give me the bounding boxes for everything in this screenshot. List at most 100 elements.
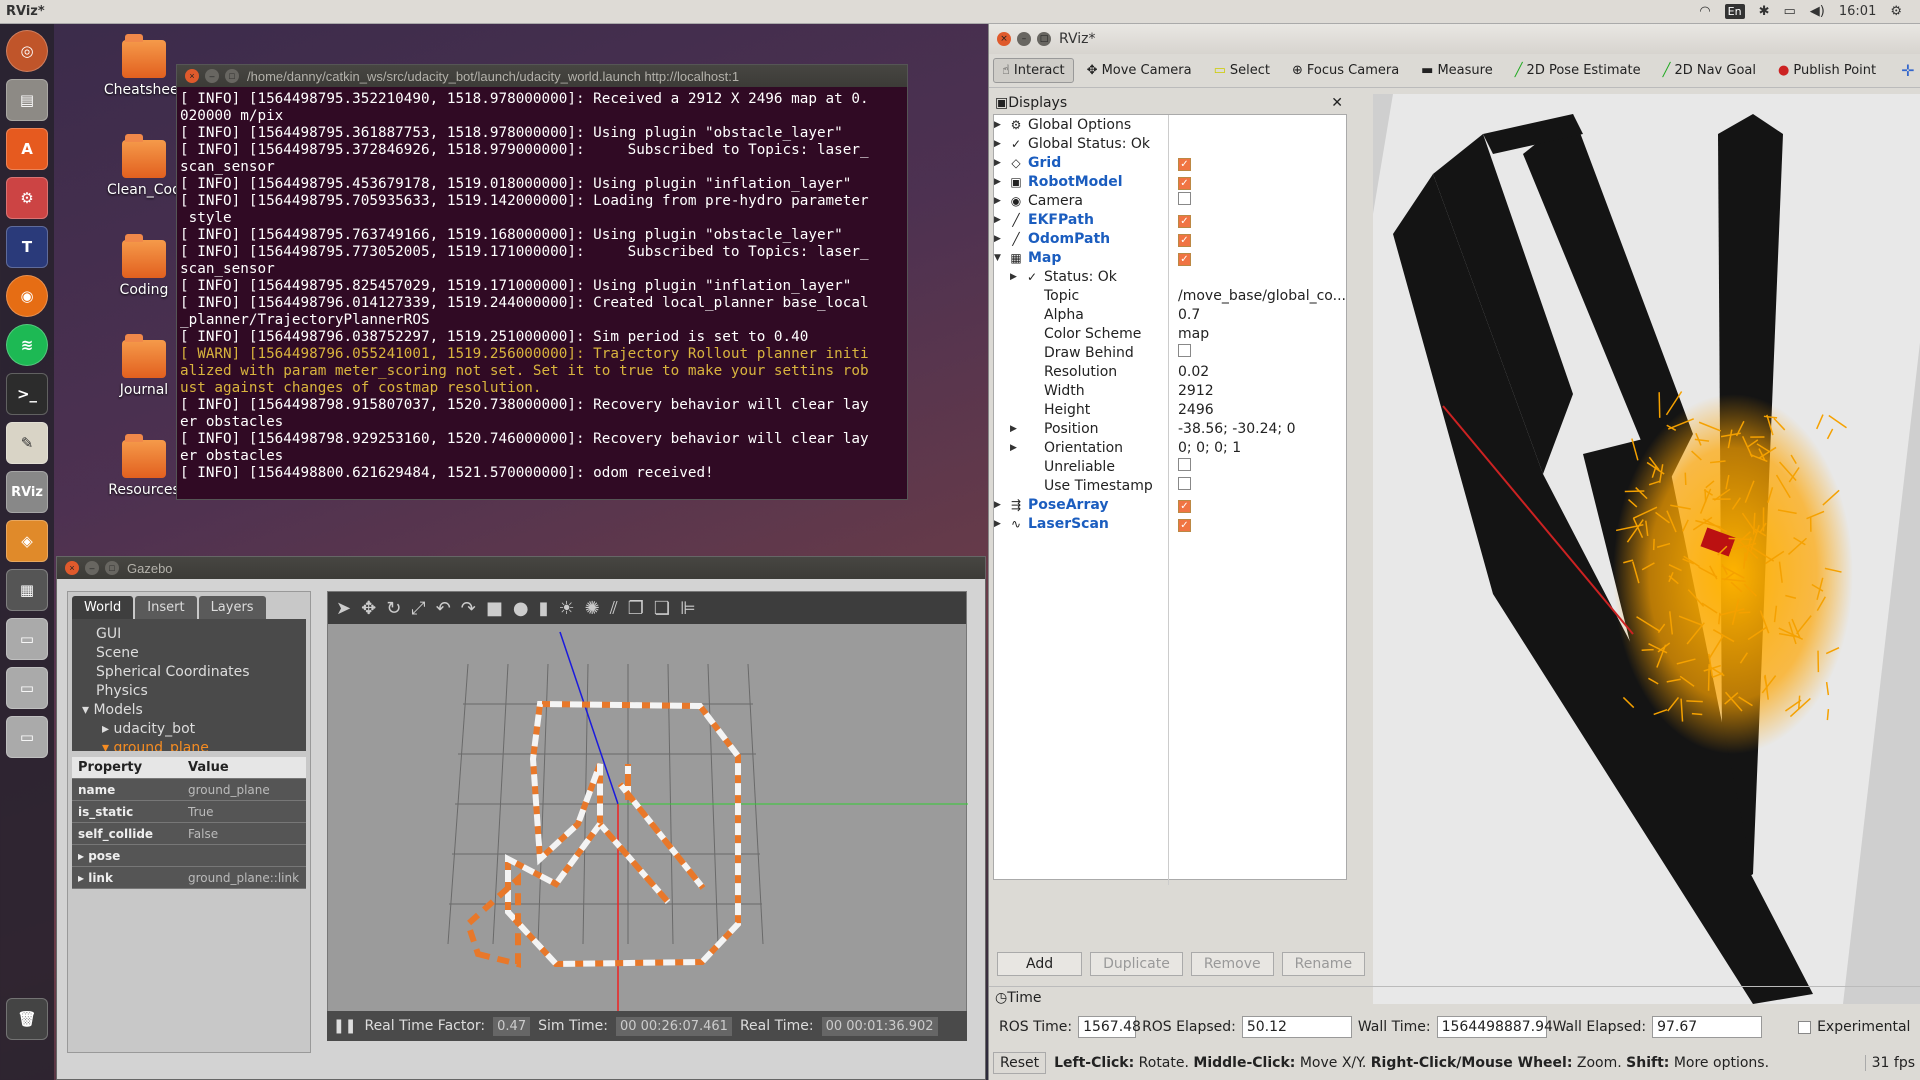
rotate-icon[interactable]: ↻: [386, 598, 401, 619]
spot-light-icon[interactable]: ✺: [585, 598, 600, 619]
focus-camera-tool[interactable]: ⊕ Focus Camera: [1283, 58, 1408, 83]
display-row[interactable]: ▶ ╱ EKFPath: [994, 210, 1346, 229]
wifi-icon[interactable]: ◠: [1699, 4, 1710, 19]
display-row[interactable]: ▶ ╱ OdomPath: [994, 229, 1346, 248]
display-row[interactable]: ▶ ▣ RobotModel: [994, 172, 1346, 191]
display-row[interactable]: ▶ ∿ LaserScan: [994, 514, 1346, 533]
directional-light-icon[interactable]: ⫽: [610, 598, 618, 619]
add-tool-icon[interactable]: ✛: [1901, 61, 1914, 80]
property-row[interactable]: name ground_plane: [72, 779, 306, 801]
tree-item[interactable]: ▾ Models: [82, 701, 306, 720]
tree-item[interactable]: ▸ udacity_bot: [102, 720, 306, 739]
expand-icon[interactable]: ▶: [994, 215, 1008, 225]
world-tree[interactable]: GUI Scene Spherical Coordinates Physics ▾ Mo…: [72, 619, 306, 751]
bluetooth-icon[interactable]: ✱: [1759, 4, 1770, 19]
pause-icon[interactable]: ❚❚: [333, 1018, 356, 1034]
dash-icon[interactable]: ◎: [6, 30, 48, 72]
terminal-titlebar[interactable]: × – □ /home/danny/catkin_ws/src/udacity_bo…: [177, 65, 907, 87]
text-editor-icon[interactable]: ✎: [6, 422, 48, 464]
drive-icon-1[interactable]: ▭: [6, 618, 48, 660]
enable-checkbox[interactable]: [1178, 176, 1191, 190]
maximize-icon[interactable]: □: [1037, 32, 1051, 46]
power-gear-icon[interactable]: ⚙: [1890, 4, 1902, 19]
close-panel-icon[interactable]: ✕: [1331, 95, 1343, 111]
remove-button[interactable]: Remove: [1190, 952, 1274, 976]
spotify-icon[interactable]: ≋: [6, 324, 48, 366]
display-row[interactable]: Use Timestamp: [994, 476, 1346, 495]
display-row[interactable]: ▶ ⇶ PoseArray: [994, 495, 1346, 514]
display-value[interactable]: 2496: [1174, 402, 1214, 418]
property-row[interactable]: ▸ pose: [72, 845, 306, 867]
display-row[interactable]: ▶ ◉ Camera: [994, 191, 1346, 210]
paste-icon[interactable]: ❏: [654, 598, 670, 619]
close-icon[interactable]: ×: [65, 561, 79, 575]
rviz-window[interactable]: × – □ RViz* ☝ Interact ✥ Move Camera ▭ Select…: [988, 24, 1920, 1080]
property-row[interactable]: self_collide False: [72, 823, 306, 845]
terminal-window[interactable]: × – □ /home/danny/catkin_ws/src/udacity_bo…: [176, 64, 908, 500]
copy-icon[interactable]: ❐: [628, 598, 644, 619]
tree-item[interactable]: Physics: [96, 682, 306, 701]
expand-icon[interactable]: ▶: [994, 177, 1008, 187]
tree-item[interactable]: Scene: [96, 644, 306, 663]
redo-icon[interactable]: ↷: [461, 598, 476, 619]
expand-icon[interactable]: ▼: [994, 253, 1008, 263]
display-row[interactable]: ▶ ✓ Global Status: Ok: [994, 134, 1346, 153]
minimize-icon[interactable]: –: [205, 69, 219, 83]
display-value[interactable]: [1174, 344, 1191, 361]
display-tree[interactable]: ▶ ⚙ Global Options ▶ ✓ Global Status: Ok ▶ ◇ Gri…: [993, 114, 1347, 885]
property-row[interactable]: is_static True: [72, 801, 306, 823]
rviz-icon[interactable]: RViz: [6, 471, 48, 513]
files-icon[interactable]: ▤: [6, 79, 48, 121]
expand-icon[interactable]: ▶: [994, 120, 1008, 130]
enable-checkbox[interactable]: [1178, 477, 1191, 490]
display-value[interactable]: [1174, 174, 1191, 190]
expand-icon[interactable]: ▶: [994, 196, 1008, 206]
rviz-scene[interactable]: [1373, 94, 1920, 1004]
display-row[interactable]: Width 2912: [994, 381, 1346, 400]
display-value[interactable]: [1174, 155, 1191, 171]
move-camera-tool[interactable]: ✥ Move Camera: [1078, 58, 1201, 83]
experimental-checkbox[interactable]: [1798, 1020, 1812, 1034]
expand-icon[interactable]: ▶: [994, 139, 1008, 149]
display-value[interactable]: -38.56; -30.24; 0: [1174, 421, 1296, 437]
nav-goal-tool[interactable]: ╱ 2D Nav Goal: [1654, 58, 1765, 83]
gazebo-3d-viewport[interactable]: ➤ ✥ ↻ ⤢ ↶ ↷ ■ ● ▮ ☀ ✺ ⫽ ❐ ❏ ⊫: [327, 591, 968, 1038]
enable-checkbox[interactable]: [1178, 518, 1191, 532]
display-value[interactable]: /move_base/global_co...: [1174, 288, 1346, 304]
enable-checkbox[interactable]: [1178, 499, 1191, 513]
expand-icon[interactable]: ▶: [1010, 443, 1024, 453]
tree-item[interactable]: GUI: [96, 625, 306, 644]
enable-checkbox[interactable]: [1178, 214, 1191, 228]
drive-icon-2[interactable]: ▭: [6, 667, 48, 709]
select-tool[interactable]: ▭ Select: [1205, 58, 1279, 83]
display-row[interactable]: ▶ ✓ Status: Ok: [994, 267, 1346, 286]
display-value[interactable]: [1174, 458, 1191, 475]
display-row[interactable]: ▶ Position -38.56; -30.24; 0: [994, 419, 1346, 438]
undo-icon[interactable]: ↶: [436, 598, 451, 619]
maximize-icon[interactable]: □: [225, 69, 239, 83]
display-value[interactable]: [1174, 516, 1191, 532]
rename-button[interactable]: Rename: [1281, 952, 1366, 976]
box-shape-icon[interactable]: ■: [486, 598, 503, 619]
duplicate-button[interactable]: Duplicate: [1090, 952, 1183, 976]
display-row[interactable]: ▼ ▦ Map: [994, 248, 1346, 267]
drive-icon-3[interactable]: ▭: [6, 716, 48, 758]
gazebo-titlebar[interactable]: × – □ Gazebo: [57, 557, 985, 579]
display-row[interactable]: Color Scheme map: [994, 324, 1346, 343]
sphere-shape-icon[interactable]: ●: [513, 598, 529, 619]
display-value[interactable]: 0.02: [1174, 364, 1209, 380]
rviz-titlebar[interactable]: × – □ RViz*: [989, 24, 1920, 54]
display-row[interactable]: ▶ ⚙ Global Options: [994, 115, 1346, 134]
display-row[interactable]: Height 2496: [994, 400, 1346, 419]
tree-item[interactable]: ▾ ground_plane: [102, 739, 306, 751]
close-icon[interactable]: ×: [185, 69, 199, 83]
display-row[interactable]: ▶ Orientation 0; 0; 0; 1: [994, 438, 1346, 457]
expand-icon[interactable]: ▶: [994, 500, 1008, 510]
display-value[interactable]: map: [1174, 326, 1209, 342]
display-value[interactable]: [1174, 192, 1191, 209]
pose-estimate-tool[interactable]: ╱ 2D Pose Estimate: [1506, 58, 1650, 83]
gazebo-scene[interactable]: [328, 624, 968, 1038]
translate-icon[interactable]: ✥: [361, 598, 376, 619]
add-button[interactable]: Add: [997, 952, 1083, 976]
tree-item[interactable]: Spherical Coordinates: [96, 663, 306, 682]
